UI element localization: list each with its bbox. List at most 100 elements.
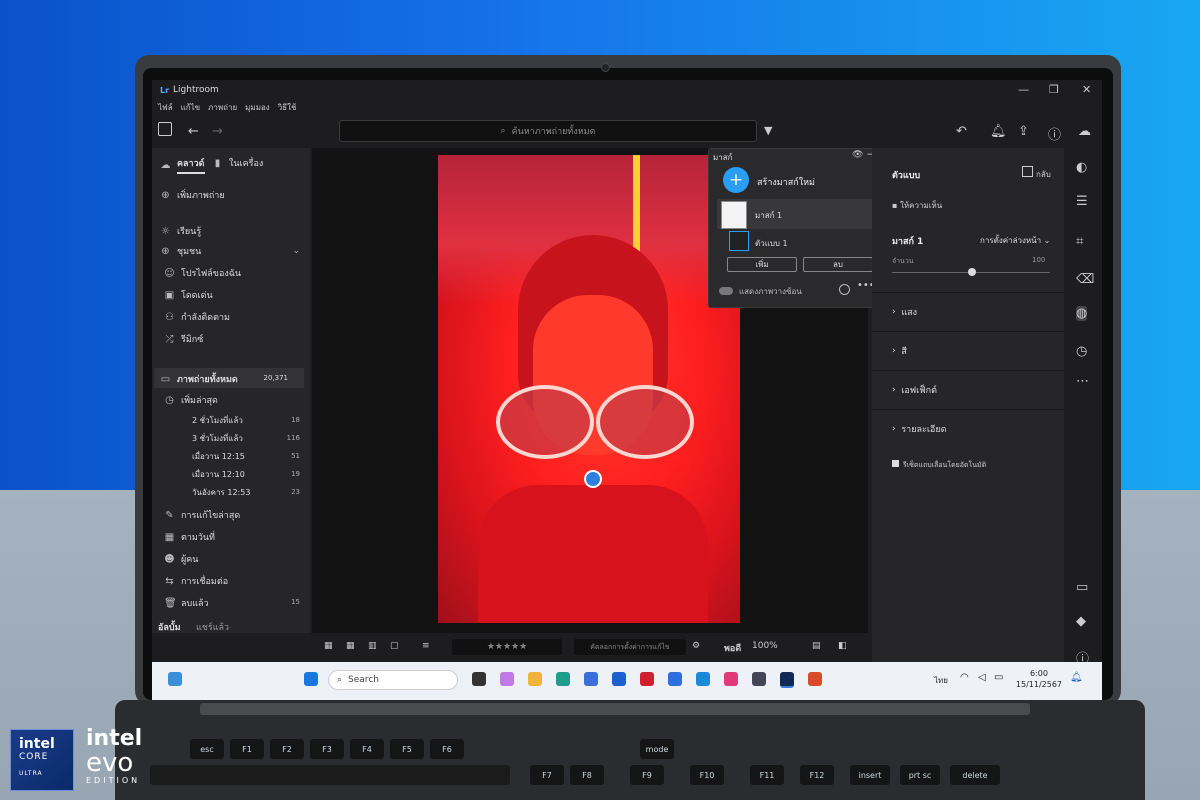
start-button[interactable] — [304, 672, 318, 686]
history-icon[interactable]: ◷ — [1076, 344, 1087, 359]
tag-icon[interactable]: ◆ — [1076, 614, 1086, 629]
community-item-profile[interactable]: ☺ โปรไฟล์ของฉัน — [164, 266, 241, 280]
system-clock[interactable]: 6:00 15/11/2567 — [1016, 668, 1062, 690]
single-view-icon[interactable]: ▢ — [390, 641, 399, 651]
menu-photo[interactable]: ภาพถ่าย — [208, 101, 237, 115]
file-explorer-icon[interactable] — [528, 672, 542, 686]
panel-toggle-icon[interactable] — [158, 122, 172, 136]
add-mask-button[interactable]: เพิ่ม — [727, 257, 797, 272]
recent-subitem[interactable]: 3 ชั่วโมงที่แล้ว — [192, 432, 243, 445]
settings-gear-icon[interactable]: ⚙ — [692, 641, 700, 651]
store-icon[interactable] — [584, 672, 598, 686]
edge-browser-icon[interactable] — [556, 672, 570, 686]
add-photos-button[interactable]: ⊕ เพิ่มภาพถ่าย — [160, 188, 224, 202]
component-thumbnail[interactable] — [729, 231, 749, 251]
sort-icon[interactable]: ≡ — [422, 641, 430, 651]
detail-section[interactable]: › รายละเอียด — [872, 409, 1064, 447]
search-input[interactable]: ⌕ ค้นหาภาพถ่ายทั้งหมด — [339, 120, 757, 142]
deleted-item[interactable]: 🗑︎ ลบแล้ว — [164, 596, 209, 610]
forward-arrow-icon[interactable]: → — [212, 124, 223, 139]
mask-list-item[interactable]: มาสก์ 1 — [717, 199, 875, 229]
recent-subitem[interactable]: 2 ชั่วโมงที่แล้ว — [192, 414, 243, 427]
task-view-icon[interactable] — [472, 672, 486, 686]
menu-edit[interactable]: แก้ไข — [181, 101, 201, 115]
amount-slider-thumb[interactable] — [968, 268, 976, 276]
before-after-icon[interactable]: ▤ — [812, 641, 821, 651]
back-arrow-icon[interactable]: ← — [188, 124, 199, 139]
settings-app-icon[interactable] — [752, 672, 766, 686]
filter-icon[interactable]: ▼ — [764, 124, 772, 137]
tab-cloud[interactable]: ☁ คลาวด์ — [160, 156, 205, 174]
shared-tab[interactable]: แชร์แล้ว — [196, 620, 229, 634]
more-icon[interactable]: ⋯ — [1076, 374, 1089, 389]
edited-photo[interactable] — [438, 155, 740, 623]
albums-tab[interactable]: อัลบั้ม — [158, 620, 181, 634]
menu-help[interactable]: วิธีใช้ — [278, 101, 297, 115]
minimize-button[interactable]: — — [1018, 83, 1029, 96]
menu-file[interactable]: ไฟล์ — [158, 101, 173, 115]
community-chevron-icon[interactable]: ⌄ — [292, 246, 300, 256]
square-grid-icon[interactable]: ▦ — [346, 641, 355, 651]
community-item-remix[interactable]: ⤮ รีมิกซ์ — [164, 332, 204, 346]
edit-tool-icon[interactable]: ◐ — [1076, 160, 1087, 175]
community-item-following[interactable]: ⚇ กำลังติดตาม — [164, 310, 230, 324]
battery-icon[interactable]: ▭ — [994, 672, 1003, 683]
compare-view-icon[interactable]: ▥ — [368, 641, 377, 651]
color-section[interactable]: › สี — [872, 331, 1064, 369]
lightroom-taskbar-icon[interactable] — [780, 672, 794, 688]
recent-edits-item[interactable]: ✎ การแก้ไขล่าสุด — [164, 508, 240, 522]
copilot-icon[interactable] — [500, 672, 514, 686]
eraser-icon[interactable]: ⌫ — [1076, 272, 1094, 287]
recent-subitem[interactable]: เมื่อวาน 12:10 — [192, 468, 245, 481]
notifications-icon[interactable]: 🔔︎ — [990, 124, 1007, 139]
copy-settings-field[interactable]: คัดลอกการตั้งค่าการแก้ไข — [574, 639, 686, 655]
creative-cloud-icon[interactable] — [724, 672, 738, 686]
comments-icon[interactable]: ▭ — [1076, 580, 1088, 595]
fit-button[interactable]: พอดี — [724, 641, 741, 655]
subtract-mask-button[interactable]: ลบ — [803, 257, 873, 272]
by-date-item[interactable]: ▦ ตามวันที่ — [164, 530, 215, 544]
visibility-icon[interactable]: 👁︎ — [852, 150, 863, 160]
back-button[interactable]: กลับ — [1022, 166, 1051, 181]
undo-icon[interactable]: ↶ — [956, 124, 967, 139]
weather-widget-icon[interactable] — [168, 672, 182, 686]
input-language[interactable]: ไทย — [934, 674, 948, 687]
share-icon[interactable]: ⇪ — [1018, 124, 1029, 139]
notification-bell-icon[interactable]: 🔔︎ — [1070, 672, 1083, 683]
mask-pin-icon[interactable] — [584, 470, 602, 488]
recent-subitem[interactable]: เมื่อวาน 12:15 — [192, 450, 245, 463]
rating-stars[interactable]: ★★★★★ — [452, 639, 562, 655]
feedback-link[interactable]: ▪ ให้ความเห็น — [892, 199, 942, 212]
maximize-button[interactable]: ❐ — [1049, 83, 1059, 96]
masking-icon[interactable]: ◍ — [1076, 306, 1088, 321]
zoom-level[interactable]: 100% — [752, 641, 778, 651]
preset-dropdown[interactable]: การตั้งค่าล่วงหน้า ⌄ — [980, 234, 1050, 247]
outlook-icon[interactable] — [696, 672, 710, 686]
effects-section[interactable]: › เอฟเฟ็กต์ — [872, 370, 1064, 408]
tab-local[interactable]: ▮ ในเครื่อง — [212, 156, 264, 170]
menu-view[interactable]: มุมมอง — [245, 101, 270, 115]
learn-item[interactable]: ☼ เรียนรู้ — [160, 224, 201, 238]
lenovo-icon[interactable] — [612, 672, 626, 686]
wifi-icon[interactable]: ◠ — [960, 672, 969, 683]
connections-item[interactable]: ⇆ การเชื่อมต่อ — [164, 574, 228, 588]
help-icon[interactable]: ⓘ — [1048, 124, 1061, 143]
dropbox-icon[interactable] — [668, 672, 682, 686]
recent-subitem[interactable]: วันอังคาร 12:53 — [192, 486, 250, 499]
people-item[interactable]: ☻ ผู้คน — [164, 552, 198, 566]
auto-reset-option[interactable]: รีเซ็ตแถบเลื่อนโดยอัตโนมัติ — [892, 460, 986, 471]
recent-item[interactable]: ◷ เพิ่มล่าสุด — [164, 393, 218, 407]
volume-icon[interactable]: ◁ — [978, 672, 986, 683]
overlay-color-swatch[interactable] — [839, 284, 850, 295]
close-button[interactable]: ✕ — [1082, 83, 1091, 96]
create-mask-button[interactable]: + — [723, 167, 749, 193]
cloud-icon[interactable]: ☁ — [1078, 124, 1091, 139]
overlay-toggle[interactable] — [719, 287, 733, 295]
community-item[interactable]: ⊕ ชุมชน — [160, 244, 201, 258]
split-view-icon[interactable]: ◧ — [838, 641, 847, 651]
taskbar-search[interactable]: ⌕ Search — [328, 670, 458, 690]
light-section[interactable]: › แสง — [872, 292, 1064, 330]
grid-view-icon[interactable]: ▦ — [324, 641, 333, 651]
powerpoint-icon[interactable] — [808, 672, 822, 686]
crop-icon[interactable]: ⌗ — [1076, 234, 1083, 249]
